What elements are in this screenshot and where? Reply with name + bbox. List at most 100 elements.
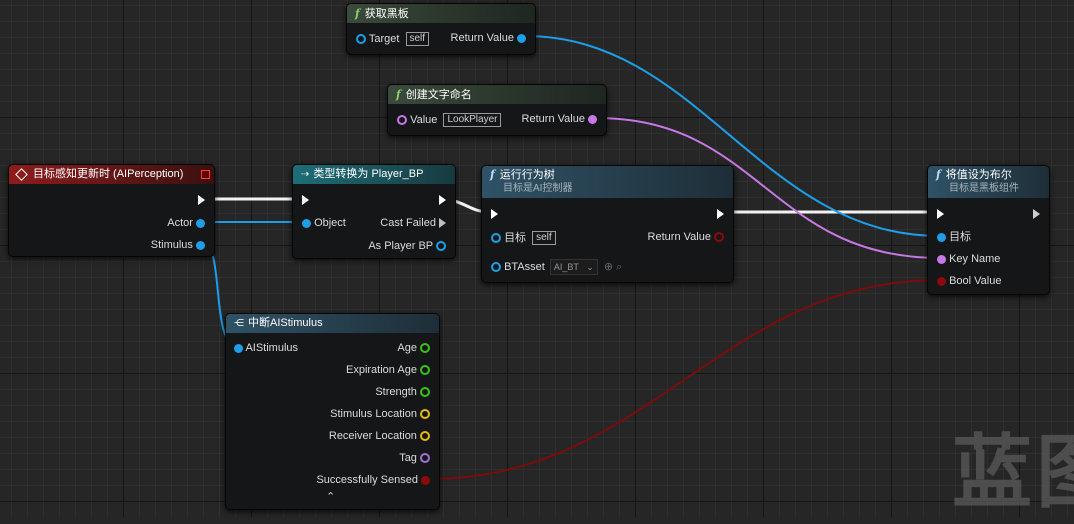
node-header[interactable]: f 运行行为树 目标是AI控制器 [482,166,733,198]
pin-object[interactable]: Object [302,216,346,230]
pin-return-value[interactable]: Return Value [522,112,597,126]
node-header[interactable]: f 创建文字命名 [388,85,606,104]
pin-actor[interactable]: Actor [167,216,205,230]
pin-cast-failed[interactable]: Cast Failed [380,216,446,230]
browse-search-icon[interactable]: ⌕ [616,261,622,273]
pin-exec-out[interactable] [439,193,446,207]
bool-pin-icon[interactable] [937,276,946,286]
function-icon: f [936,168,941,181]
pin-as-player-bp[interactable]: As Player BP [368,239,446,253]
function-icon: f [396,88,401,101]
vector-pin-icon[interactable] [420,409,430,420]
exec-pin-icon[interactable] [937,209,944,220]
node-break-ai-stimulus[interactable]: ⋲ 中断AIStimulus AIStimulus Age Expiration … [225,313,440,510]
pin-tag[interactable]: Tag [399,451,430,465]
node-make-name[interactable]: f 创建文字命名 Value LookPlayer Return Value [387,84,607,136]
name-pin-icon[interactable] [420,453,430,464]
target-self-box[interactable]: self [532,231,556,246]
pin-receiver-location[interactable]: Receiver Location [329,429,430,443]
pin-btasset[interactable]: BTAsset AI_BT ⌄ ⊕ ⌕ [491,259,622,275]
pin-exec-in[interactable] [302,193,309,207]
object-pin-icon[interactable] [491,233,501,244]
object-pin-icon[interactable] [436,241,446,252]
node-perception-event[interactable]: 目标感知更新时 (AIPerception) Actor Stimulus [8,164,215,257]
pin-key-name[interactable]: Key Name [937,252,1000,266]
btasset-dropdown[interactable]: AI_BT ⌄ [549,259,598,275]
node-header[interactable]: f 将值设为布尔 目标是黑板组件 [928,166,1049,198]
struct-pin-icon[interactable] [196,240,205,250]
node-title: 类型转换为 Player_BP [313,168,424,180]
exec-pin-icon[interactable] [717,209,724,220]
exec-pin-icon[interactable] [198,195,205,206]
object-pin-icon[interactable] [302,218,311,228]
pin-bool-value[interactable]: Bool Value [937,274,1001,288]
node-header[interactable]: ⇢ 类型转换为 Player_BP [293,165,455,184]
pin-strength[interactable]: Strength [375,385,430,399]
name-pin-icon[interactable] [937,254,946,264]
object-pin-icon[interactable] [937,232,946,242]
break-struct-icon: ⋲ [234,318,244,329]
node-run-behavior-tree[interactable]: f 运行行为树 目标是AI控制器 目标 self Return Value BTA… [481,165,734,283]
pin-exec-in[interactable] [491,207,498,221]
float-pin-icon[interactable] [420,343,430,354]
event-diamond-icon [15,167,28,181]
node-header[interactable]: f 获取黑板 [347,4,535,23]
node-title: 将值设为布尔 [945,169,1012,181]
float-pin-icon[interactable] [420,365,430,376]
exec-hollow-pin-icon[interactable] [1033,209,1040,220]
name-pin-icon[interactable] [588,114,597,124]
target-self-box[interactable]: self [405,32,430,47]
node-title: 创建文字命名 [405,89,472,101]
object-pin-icon[interactable] [517,33,526,43]
struct-pin-icon[interactable] [234,343,243,353]
bool-pin-icon[interactable] [714,232,724,243]
exec-hollow-pin-icon[interactable] [439,218,446,229]
float-pin-icon[interactable] [420,387,430,398]
watermark: 蓝图 [952,426,1074,519]
value-text-box[interactable]: LookPlayer [443,113,502,128]
pin-stimulus[interactable]: Stimulus [151,238,205,252]
exec-pin-icon[interactable] [439,195,446,206]
pin-exec-out[interactable] [1033,207,1040,221]
pin-exec-out[interactable] [198,193,205,207]
pin-ai-stimulus[interactable]: AIStimulus [234,341,298,355]
node-get-blackboard[interactable]: f 获取黑板 Target self Return Value [346,3,536,55]
node-title: 运行行为树 [499,169,555,181]
node-set-value-as-bool[interactable]: f 将值设为布尔 目标是黑板组件 目标 Key Name Bool Value [927,165,1050,295]
collapse-chevron-up-icon[interactable]: ⌃ [326,490,335,503]
node-header[interactable]: 目标感知更新时 (AIPerception) [9,165,214,184]
pin-expiration-age[interactable]: Expiration Age [346,363,430,377]
pin-target[interactable]: 目标 [937,230,971,244]
chevron-down-icon: ⌄ [586,262,594,272]
pin-exec-in[interactable] [937,207,944,221]
pin-target[interactable]: Target self [356,32,430,47]
wire-sensed-to-bool [427,279,941,480]
exec-pin-icon[interactable] [491,209,498,220]
function-icon: f [355,7,360,20]
pin-successfully-sensed[interactable]: Successfully Sensed [316,473,430,487]
pin-return-value[interactable]: Return Value [451,31,526,45]
node-title: 目标感知更新时 (AIPerception) [33,168,184,180]
name-pin-icon[interactable] [397,115,407,126]
pin-return-value[interactable]: Return Value [648,230,724,244]
pin-exec-out[interactable] [717,207,724,221]
bool-pin-icon[interactable] [421,475,430,485]
node-cast-player-bp[interactable]: ⇢ 类型转换为 Player_BP Object Cast Failed As P… [292,164,456,259]
pin-age[interactable]: Age [397,341,430,355]
node-header[interactable]: ⋲ 中断AIStimulus [226,314,439,333]
vector-pin-icon[interactable] [420,431,430,442]
object-pin-icon[interactable] [356,34,366,45]
pin-target[interactable]: 目标 self [491,231,556,246]
object-pin-icon[interactable] [491,262,501,272]
node-subtitle: 目标是黑板组件 [949,183,1019,194]
function-icon: f [490,168,495,181]
object-pin-icon[interactable] [196,218,205,228]
cast-arrow-icon: ⇢ [301,169,310,180]
node-subtitle: 目标是AI控制器 [503,183,573,194]
use-selected-icon[interactable]: ⊕ [604,261,613,273]
pin-stimulus-location[interactable]: Stimulus Location [330,407,430,421]
pin-value[interactable]: Value LookPlayer [397,113,502,128]
exec-pin-icon[interactable] [302,195,309,206]
delegate-pin-icon[interactable] [201,170,210,179]
node-title: 中断AIStimulus [248,317,323,329]
